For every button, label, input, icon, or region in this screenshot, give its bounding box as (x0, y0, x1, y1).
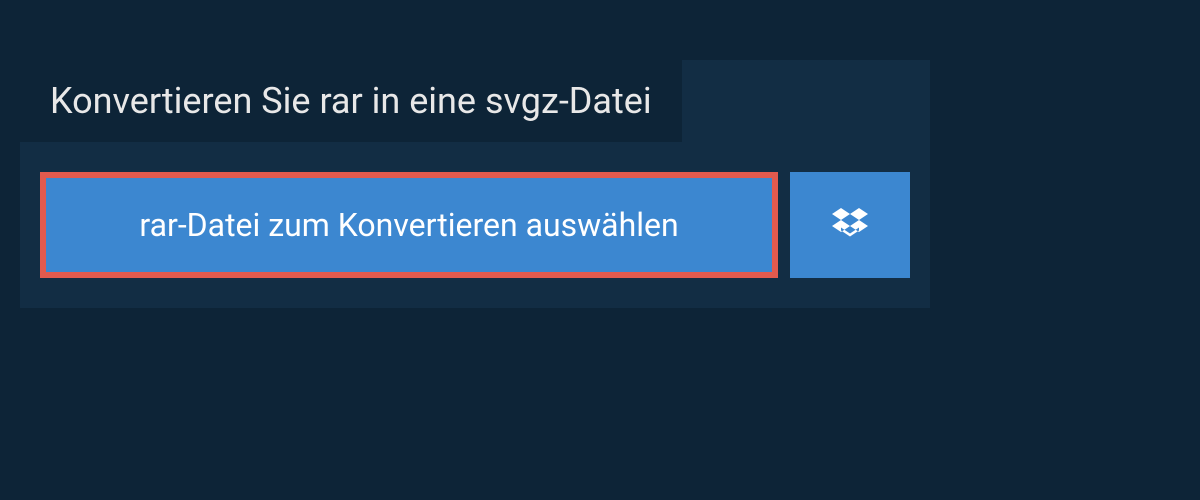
page-title: Konvertieren Sie rar in eine svgz-Datei (20, 60, 682, 142)
file-select-row: rar-Datei zum Konvertieren auswählen (20, 142, 930, 308)
select-file-label: rar-Datei zum Konvertieren auswählen (139, 206, 678, 244)
select-file-button[interactable]: rar-Datei zum Konvertieren auswählen (40, 172, 778, 278)
dropbox-icon (832, 205, 868, 245)
dropbox-button[interactable] (790, 172, 910, 278)
converter-panel: Konvertieren Sie rar in eine svgz-Datei … (20, 60, 930, 308)
